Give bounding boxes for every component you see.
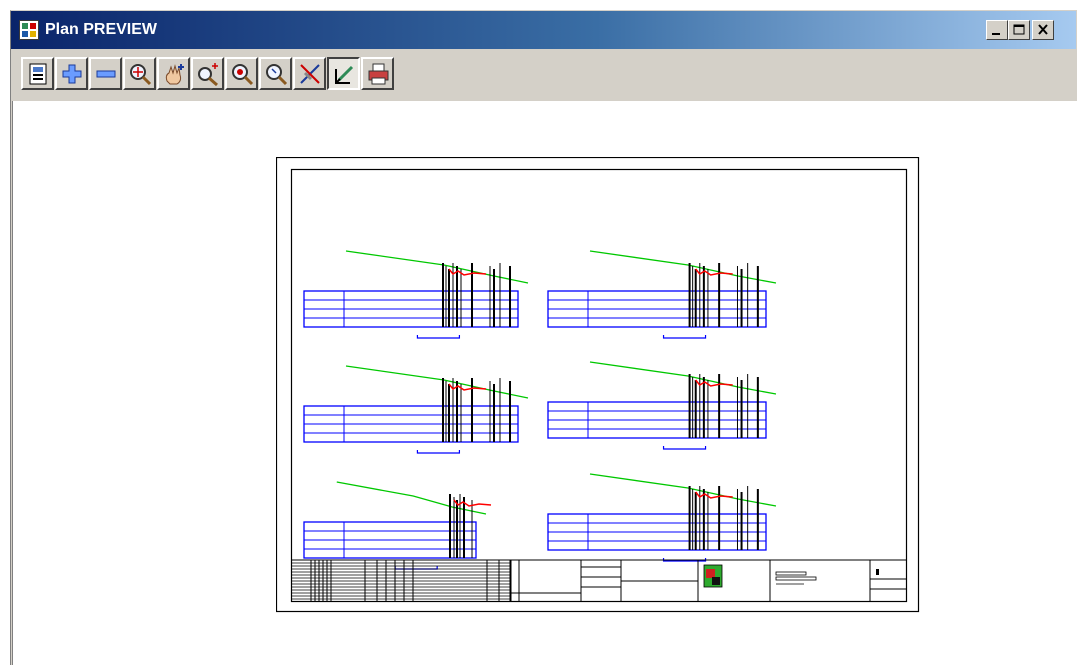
sheet-border [276, 157, 920, 613]
close-icon [1038, 24, 1048, 35]
window-title: Plan PREVIEW [45, 21, 158, 38]
printer-icon [368, 63, 389, 85]
minimize-button[interactable] [986, 20, 1008, 40]
measure-button[interactable] [293, 57, 326, 90]
zoom-previous-button[interactable] [259, 57, 292, 90]
select-button[interactable] [327, 57, 360, 90]
magnifier-extents-icon [232, 64, 254, 86]
zoom-out-button[interactable] [89, 57, 122, 90]
magnifier-target-icon [130, 64, 152, 86]
pan-button[interactable] [157, 57, 190, 90]
plus-icon [62, 64, 82, 84]
magnifier-plus-icon [198, 63, 218, 87]
maximize-button[interactable] [1008, 20, 1030, 40]
plan-preview-app-icon[interactable] [19, 20, 39, 40]
toolbar [11, 49, 1076, 101]
maximize-icon [1013, 24, 1025, 35]
title-block-revision-grid [291, 560, 520, 602]
hand-icon [165, 64, 184, 85]
page-setup-icon [29, 63, 47, 85]
company-logo-icon [703, 564, 723, 588]
plot-sheet [276, 157, 920, 613]
page-setup-button[interactable] [21, 57, 54, 90]
minus-icon [96, 70, 116, 78]
magnifier-icon [266, 64, 288, 86]
title-bar[interactable]: Plan PREVIEW [11, 11, 1076, 49]
zoom-in-button[interactable] [55, 57, 88, 90]
minimize-icon [992, 33, 1000, 35]
close-button[interactable] [1032, 20, 1054, 40]
measure-icon [300, 64, 320, 84]
select-pen-icon [335, 65, 354, 84]
print-button[interactable] [361, 57, 394, 90]
zoom-window-button[interactable] [123, 57, 156, 90]
zoom-extents-button[interactable] [225, 57, 258, 90]
zoom-plus-button[interactable] [191, 57, 224, 90]
